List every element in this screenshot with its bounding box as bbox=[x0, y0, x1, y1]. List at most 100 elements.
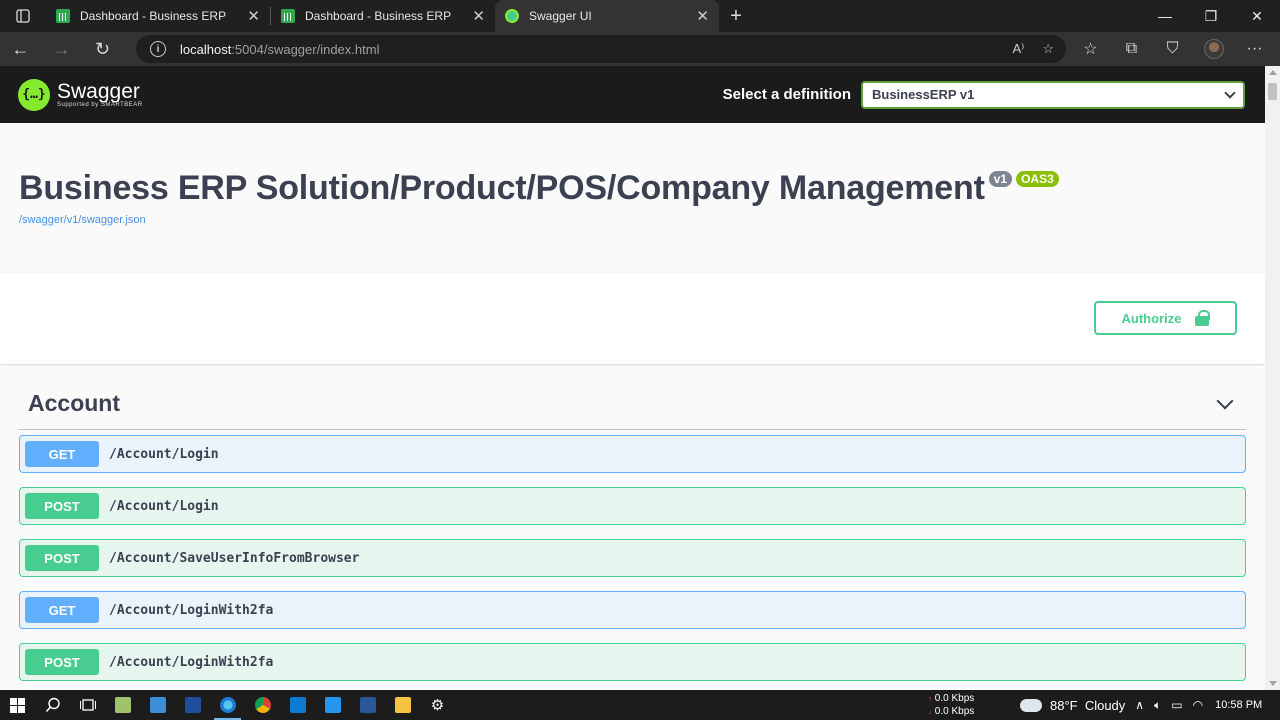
tab-actions-button[interactable] bbox=[0, 0, 46, 32]
browser-toolbar: ← → ↻ i localhost:5004/swagger/index.htm… bbox=[0, 32, 1280, 66]
gear-icon: ⚙ bbox=[430, 697, 445, 714]
spec-json-link[interactable]: /swagger/v1/swagger.json bbox=[19, 214, 146, 226]
swagger-logo[interactable]: {…} Swagger Supported by SMARTBEAR bbox=[18, 78, 143, 111]
swagger-topbar: {…} Swagger Supported by SMARTBEAR Selec… bbox=[0, 66, 1265, 123]
windows-logo-icon bbox=[10, 697, 25, 713]
logo-text: Swagger Supported by SMARTBEAR bbox=[57, 81, 143, 108]
new-tab-button[interactable]: + bbox=[719, 0, 753, 32]
browser-tab-dashboard-1[interactable]: Dashboard - Business ERP ✕ bbox=[46, 0, 270, 32]
forward-button[interactable]: → bbox=[41, 32, 82, 66]
address-bar-input[interactable]: i localhost:5004/swagger/index.html A⁾ ☆ bbox=[136, 35, 1066, 63]
window-controls: — ❐ ✕ bbox=[1142, 0, 1280, 32]
tab-close-icon[interactable]: ✕ bbox=[247, 7, 260, 25]
taskbar-powershell[interactable] bbox=[175, 690, 210, 720]
tab-actions-icon bbox=[16, 9, 30, 23]
net-download: ↓ 0.0 Kbps bbox=[928, 705, 974, 718]
operation-path: /Account/SaveUserInfoFromBrowser bbox=[109, 550, 360, 566]
refresh-button[interactable]: ↻ bbox=[82, 32, 123, 66]
net-down-value: 0.0 Kbps bbox=[934, 706, 975, 717]
chevron-up-icon[interactable]: ∧ bbox=[1135, 698, 1144, 712]
swagger-favicon-icon bbox=[505, 9, 519, 23]
collections-button[interactable]: ⧉ bbox=[1111, 40, 1152, 58]
taskbar-edge[interactable] bbox=[210, 690, 245, 720]
scroll-down-icon[interactable] bbox=[1269, 681, 1277, 686]
net-up-value: 0.0 Kbps bbox=[934, 693, 975, 704]
system-tray: 88°F Cloudy ∧ 🔈︎ ▭ ◠ 10:58 PM bbox=[1020, 690, 1262, 720]
restore-button[interactable]: ❐ bbox=[1188, 0, 1234, 32]
api-info: Business ERP Solution/Product/POS/Compan… bbox=[0, 123, 1265, 273]
tab-title: Swagger UI bbox=[529, 9, 592, 23]
site-info-icon[interactable]: i bbox=[150, 41, 166, 57]
chart-favicon-icon bbox=[281, 9, 295, 23]
taskbar-docker[interactable] bbox=[315, 690, 350, 720]
clock[interactable]: 10:58 PM bbox=[1215, 699, 1262, 711]
operation-post-login-with-2fa[interactable]: POST /Account/LoginWith2fa bbox=[19, 643, 1246, 681]
search-icon bbox=[45, 697, 60, 713]
taskbar-vscode[interactable] bbox=[280, 690, 315, 720]
browser-tab-strip: Dashboard - Business ERP ✕ Dashboard - B… bbox=[0, 0, 1280, 32]
arrow-down-icon: ↓ bbox=[928, 707, 932, 716]
scroll-thumb[interactable] bbox=[1268, 83, 1277, 100]
wifi-icon[interactable]: ◠ bbox=[1193, 698, 1203, 712]
url-path: :5004/swagger/index.html bbox=[231, 41, 380, 57]
taskbar-settings[interactable]: ⚙ bbox=[420, 690, 455, 720]
back-button[interactable]: ← bbox=[0, 32, 41, 66]
tag-section-account: Account GET /Account/Login POST /Account… bbox=[0, 364, 1265, 681]
add-favorite-icon[interactable]: ☆ bbox=[1042, 41, 1054, 57]
favorites-button[interactable]: ☆ bbox=[1070, 39, 1111, 59]
browser-tab-swagger[interactable]: Swagger UI ✕ bbox=[495, 0, 719, 32]
logo-subtitle: Supported by SMARTBEAR bbox=[57, 102, 143, 108]
definition-select[interactable]: BusinessERP v1 bbox=[861, 80, 1245, 109]
taskbar-notepad[interactable] bbox=[105, 690, 140, 720]
close-window-button[interactable]: ✕ bbox=[1234, 0, 1280, 32]
read-aloud-icon[interactable]: A⁾ bbox=[1012, 41, 1024, 57]
start-button[interactable] bbox=[0, 690, 35, 720]
operation-path: /Account/Login bbox=[109, 446, 219, 462]
authorize-label: Authorize bbox=[1121, 310, 1182, 326]
favorites-icon: ☆ bbox=[1083, 41, 1098, 58]
operation-post-save-user-info[interactable]: POST /Account/SaveUserInfoFromBrowser bbox=[19, 539, 1246, 577]
settings-more-button[interactable]: ··· bbox=[1234, 40, 1275, 58]
taskbar-control-panel[interactable] bbox=[140, 690, 175, 720]
scheme-container: Authorize bbox=[0, 273, 1265, 364]
operation-get-account-login[interactable]: GET /Account/Login bbox=[19, 435, 1246, 473]
page-scrollbar[interactable] bbox=[1265, 66, 1280, 690]
operation-get-login-with-2fa[interactable]: GET /Account/LoginWith2fa bbox=[19, 591, 1246, 629]
operation-post-account-login[interactable]: POST /Account/Login bbox=[19, 487, 1246, 525]
swagger-logo-icon: {…} bbox=[18, 78, 50, 111]
method-badge: GET bbox=[25, 441, 99, 467]
authorize-button[interactable]: Authorize bbox=[1094, 301, 1237, 335]
windows-taskbar: ⚙ ↑ 0.0 Kbps ↓ 0.0 Kbps 88°F Cloudy ∧ 🔈︎… bbox=[0, 690, 1280, 720]
speaker-icon[interactable]: 🔈︎ bbox=[1154, 698, 1161, 713]
taskbar-file-explorer[interactable] bbox=[385, 690, 420, 720]
browser-tab-dashboard-2[interactable]: Dashboard - Business ERP ✕ bbox=[271, 0, 495, 32]
taskbar-word[interactable] bbox=[350, 690, 385, 720]
powershell-icon bbox=[184, 697, 201, 713]
method-badge: GET bbox=[25, 597, 99, 623]
scroll-up-icon[interactable] bbox=[1269, 70, 1277, 75]
browser-essentials-button[interactable]: ⛉ bbox=[1152, 40, 1193, 58]
taskbar-chrome[interactable] bbox=[245, 690, 280, 720]
control-panel-icon bbox=[149, 697, 166, 713]
weather-widget[interactable]: 88°F Cloudy bbox=[1050, 698, 1125, 713]
net-upload: ↑ 0.0 Kbps bbox=[928, 692, 974, 705]
tab-close-icon[interactable]: ✕ bbox=[472, 7, 485, 25]
cloud-icon bbox=[1020, 698, 1042, 712]
address-bar-actions: A⁾ ☆ bbox=[1012, 41, 1054, 57]
chevron-down-icon bbox=[1216, 392, 1234, 409]
tab-close-icon[interactable]: ✕ bbox=[696, 7, 709, 25]
search-button[interactable] bbox=[35, 690, 70, 720]
tag-header[interactable]: Account bbox=[19, 364, 1246, 430]
notepad-icon bbox=[114, 697, 131, 713]
task-view-button[interactable] bbox=[70, 690, 105, 720]
more-icon: ··· bbox=[1246, 40, 1263, 57]
api-title-row: Business ERP Solution/Product/POS/Compan… bbox=[19, 169, 1246, 208]
method-badge: POST bbox=[25, 545, 99, 571]
page-title: Business ERP Solution/Product/POS/Compan… bbox=[19, 169, 985, 207]
minimize-button[interactable]: — bbox=[1142, 0, 1188, 32]
method-badge: POST bbox=[25, 649, 99, 675]
profile-button[interactable] bbox=[1193, 39, 1234, 59]
refresh-icon: ↻ bbox=[94, 38, 111, 59]
network-speed: ↑ 0.0 Kbps ↓ 0.0 Kbps bbox=[928, 692, 974, 718]
battery-icon[interactable]: ▭ bbox=[1171, 698, 1182, 712]
